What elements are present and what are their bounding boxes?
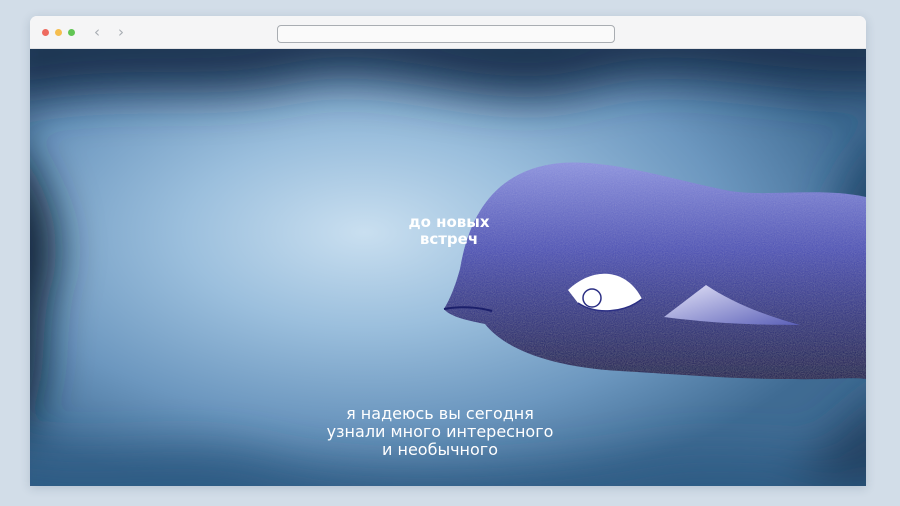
minimize-window-button[interactable]	[55, 29, 62, 36]
close-window-button[interactable]	[42, 29, 49, 36]
caption-bottom: я надеюсь вы сегодня узнали много интере…	[326, 404, 554, 459]
browser-window: ‹ › до новых встреч я надеюсь вы сегодня…	[30, 16, 866, 486]
browser-toolbar: ‹ ›	[30, 16, 866, 49]
address-bar[interactable]	[277, 25, 615, 43]
page-viewport: до новых встреч я надеюсь вы сегодня узн…	[30, 49, 866, 486]
caption-top: до новых встреч	[408, 213, 490, 248]
chevron-left-icon[interactable]: ‹	[88, 22, 106, 42]
chevron-right-icon[interactable]: ›	[112, 22, 130, 42]
maximize-window-button[interactable]	[68, 29, 75, 36]
